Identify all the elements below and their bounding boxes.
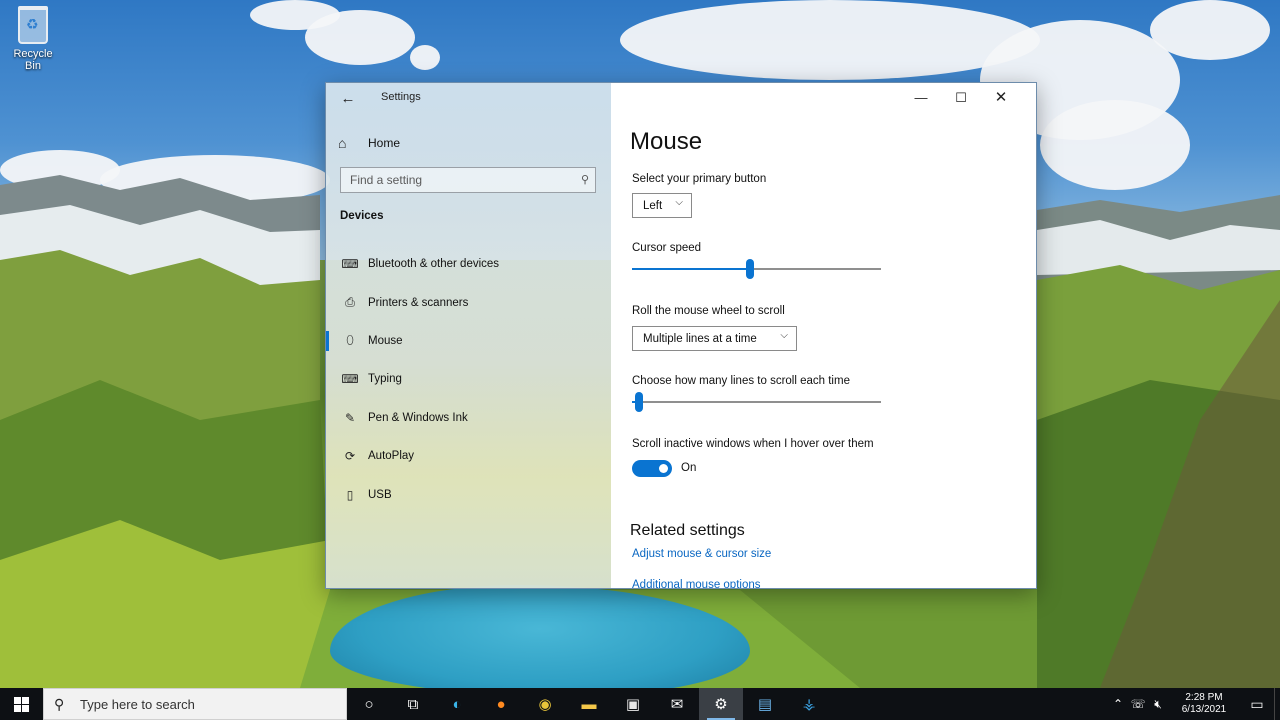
nav-item[interactable]: ⌨ Bluetooth & other devices xyxy=(326,245,611,283)
slider-thumb[interactable] xyxy=(635,392,643,412)
nav-item-label: Typing xyxy=(368,373,402,386)
search-icon: ⚲ xyxy=(580,174,589,186)
close-button[interactable]: ✕ xyxy=(981,87,1021,109)
chrome-icon[interactable]: ◉ xyxy=(523,688,567,720)
search-input[interactable] xyxy=(341,168,561,192)
settings-nav-pane: ← Settings ⌂ Home ⚲ Devices ⌨ Bluetooth &… xyxy=(326,83,611,588)
nav-item[interactable]: ⌨ Typing xyxy=(326,360,611,398)
control-panel-icon[interactable]: ▤ xyxy=(743,688,787,720)
microsoft-store-icon[interactable]: ▣ xyxy=(611,688,655,720)
nav-item-label: USB xyxy=(368,488,392,501)
section-heading: Devices xyxy=(340,210,384,222)
primary-button-label: Select your primary button xyxy=(632,173,767,185)
firefox-icon[interactable]: ● xyxy=(479,688,523,720)
settings-window: ← Settings ⌂ Home ⚲ Devices ⌨ Bluetooth &… xyxy=(325,82,1037,589)
nav-home[interactable]: ⌂ Home xyxy=(338,131,400,155)
find-setting-search[interactable]: ⚲ xyxy=(340,167,596,193)
task-view-icon[interactable]: ⧉ xyxy=(391,688,435,720)
search-icon: ⚲ xyxy=(54,695,65,712)
additional-mouse-options-link[interactable]: Additional mouse options xyxy=(632,579,761,588)
window-title: Settings xyxy=(381,91,421,103)
cursor-speed-label: Cursor speed xyxy=(632,242,702,254)
slider-thumb[interactable] xyxy=(746,259,754,279)
home-icon: ⌂ xyxy=(338,135,347,151)
nav-item[interactable]: ⬯ Mouse xyxy=(326,322,611,360)
slider-fill xyxy=(632,268,750,270)
start-button[interactable] xyxy=(0,688,43,720)
edge-browser-icon[interactable]: ◐ xyxy=(435,688,479,720)
usb-icon: ▯ xyxy=(346,487,354,502)
nav-item-label: AutoPlay xyxy=(368,450,415,463)
autoplay-icon: ⟳ xyxy=(344,449,356,464)
settings-gear-icon[interactable]: ⚙ xyxy=(699,688,743,720)
printer-icon: ⎙ xyxy=(345,295,355,310)
nav-item[interactable]: ▯ USB xyxy=(326,475,611,513)
lines-to-scroll-slider[interactable] xyxy=(632,392,881,412)
clock-date: 6/13/2021 xyxy=(1181,704,1227,715)
recycle-bin-shortcut[interactable]: Recycle Bin xyxy=(4,4,62,72)
taskbar-search-input[interactable] xyxy=(80,696,330,712)
taskbar: ⚲ ○ ⧉ ◐ ● ◉ ▬ ▣ ✉ ⚙ ▤ ⚶ ⌃ ☏ 🔇︎ 2:28 PM 6… xyxy=(0,688,1280,720)
settings-content-pane: — ☐ ✕ Mouse Select your primary button L… xyxy=(611,83,1036,588)
network-icon[interactable]: ☏ xyxy=(1128,697,1148,711)
keyboard-icon: ⌨ xyxy=(341,372,359,387)
chevron-down-icon: ⌵ xyxy=(780,330,788,341)
chevron-up-icon[interactable]: ⌃ xyxy=(1108,697,1128,711)
volume-muted-icon[interactable]: 🔇︎ xyxy=(1148,697,1168,712)
back-arrow-icon[interactable]: ← xyxy=(338,89,358,109)
scroll-wheel-value: Multiple lines at a time xyxy=(643,332,757,345)
keyboard-device-icon: ⌨ xyxy=(341,257,359,272)
adjust-cursor-size-link[interactable]: Adjust mouse & cursor size xyxy=(632,548,771,560)
primary-button-dropdown[interactable]: Left ⌵ xyxy=(632,193,692,218)
nav-item-label: Pen & Windows Ink xyxy=(368,411,468,424)
related-settings-heading: Related settings xyxy=(630,522,745,539)
system-tray: ⌃ ☏ 🔇︎ 2:28 PM 6/13/2021 ▭ xyxy=(1108,688,1280,720)
show-desktop-button[interactable] xyxy=(1274,688,1280,720)
slider-track xyxy=(632,401,881,403)
nav-home-label: Home xyxy=(368,136,401,150)
taskbar-clock[interactable]: 2:28 PM 6/13/2021 xyxy=(1168,692,1240,716)
nav-list: ⌨ Bluetooth & other devices ⎙ Printers & sc… xyxy=(326,245,611,514)
scroll-inactive-label: Scroll inactive windows when I hover ove… xyxy=(632,438,874,450)
mail-icon[interactable]: ✉ xyxy=(655,688,699,720)
nav-item[interactable]: ✎ Pen & Windows Ink xyxy=(326,399,611,437)
notification-icon[interactable]: ▭ xyxy=(1240,696,1274,713)
cortana-icon[interactable]: ○ xyxy=(347,688,391,720)
scroll-wheel-label: Roll the mouse wheel to scroll xyxy=(632,305,785,317)
cursor-speed-slider[interactable] xyxy=(632,259,881,279)
pen-icon: ✎ xyxy=(344,410,356,425)
nav-item-label: Mouse xyxy=(368,334,403,347)
recycle-bin-icon xyxy=(18,6,48,44)
mouse-icon: ⬯ xyxy=(346,333,354,348)
nav-item[interactable]: ⎙ Printers & scanners xyxy=(326,283,611,321)
network-app-icon[interactable]: ⚶ xyxy=(787,688,831,720)
recycle-bin-label: Recycle Bin xyxy=(13,48,53,72)
toggle-knob xyxy=(659,464,668,473)
maximize-button[interactable]: ☐ xyxy=(941,87,981,109)
nav-item-label: Bluetooth & other devices xyxy=(368,258,500,271)
minimize-button[interactable]: — xyxy=(901,87,941,109)
scroll-inactive-toggle[interactable] xyxy=(632,460,672,477)
nav-item-label: Printers & scanners xyxy=(368,296,469,309)
file-explorer-icon[interactable]: ▬ xyxy=(567,688,611,720)
nav-item[interactable]: ⟳ AutoPlay xyxy=(326,437,611,475)
chevron-down-icon: ⌵ xyxy=(675,197,683,208)
primary-button-value: Left xyxy=(643,199,663,212)
scroll-wheel-dropdown[interactable]: Multiple lines at a time ⌵ xyxy=(632,326,797,351)
page-title: Mouse xyxy=(630,128,703,155)
taskbar-search-box[interactable]: ⚲ xyxy=(43,688,347,720)
clock-time: 2:28 PM xyxy=(1185,692,1223,703)
lines-to-scroll-label: Choose how many lines to scroll each tim… xyxy=(632,375,850,387)
windows-logo-icon xyxy=(14,696,29,712)
toggle-state-label: On xyxy=(681,462,697,474)
